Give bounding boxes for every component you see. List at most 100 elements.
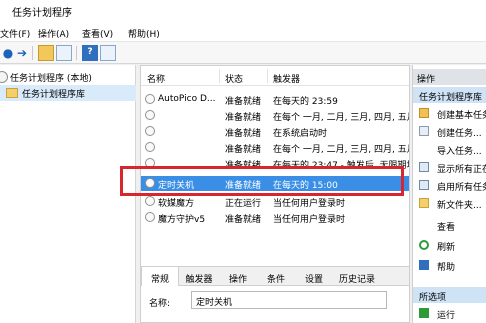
task-row[interactable]: AutoPico D... 准备就绪 在每天的 23:59	[141, 92, 409, 107]
window-title: 任务计划程序	[12, 8, 72, 19]
task-trigger: 当任何用户登录时	[273, 215, 346, 225]
help-icon	[419, 260, 429, 270]
column-status[interactable]: 状态	[225, 72, 243, 85]
column-header: 名称 状态 触发器	[141, 66, 409, 86]
task-row[interactable]: 准备就绪 在每个 一月, 二月, 三月, 四月, 五月	[141, 108, 409, 123]
menu-action[interactable]: 操作(A)	[38, 27, 69, 40]
column-divider[interactable]	[267, 69, 268, 83]
task-status: 正在运行	[225, 199, 262, 209]
task-clock-icon	[145, 212, 155, 222]
task-clock-icon	[145, 142, 155, 152]
refresh-icon	[419, 240, 429, 250]
action-label: 查看	[437, 223, 456, 233]
show-hide-tree-icon[interactable]	[56, 45, 72, 61]
folder-icon	[6, 88, 18, 98]
actions-pane: 操作 任务计划程序库 创建基本任务... 创建任务... 导入任务... 显示所…	[412, 65, 486, 323]
action-new-folder[interactable]: 新文件夹...	[413, 195, 486, 211]
create-task-icon	[419, 126, 429, 136]
column-divider[interactable]	[219, 69, 220, 83]
help-icon[interactable]: ?	[82, 45, 98, 61]
navigation-tree: 任务计划程序 (本地) 任务计划程序库	[0, 65, 136, 323]
column-trigger[interactable]: 触发器	[273, 72, 300, 85]
task-status: 准备就绪	[225, 129, 262, 139]
action-enable-history[interactable]: 启用所有任务历史记录	[413, 177, 486, 193]
new-folder-icon	[419, 198, 429, 208]
actions-section-selected[interactable]: 所选项	[413, 287, 486, 303]
tab-triggers[interactable]: 触发器	[179, 267, 219, 286]
task-trigger: 在每个 一月, 二月, 三月, 四月, 五月	[273, 113, 409, 123]
task-trigger: 在每个 一月, 二月, 三月, 四月, 五月	[273, 145, 409, 155]
task-status: 准备就绪	[225, 97, 262, 107]
forward-arrow-icon[interactable]: ➔	[14, 45, 30, 61]
menu-bar: 文件(F) 操作(A) 查看(V) 帮助(H)	[0, 24, 486, 42]
action-label: 创建任务...	[437, 129, 482, 139]
task-status: 准备就绪	[225, 215, 262, 225]
task-clock-icon	[145, 94, 155, 104]
run-icon	[419, 308, 429, 318]
toolbar-separator	[32, 46, 33, 60]
action-create-task[interactable]: 创建任务...	[413, 123, 486, 139]
action-refresh[interactable]: 刷新	[413, 237, 486, 253]
task-status: 准备就绪	[225, 113, 262, 123]
menu-view[interactable]: 查看(V)	[82, 27, 113, 40]
task-detail-panel: 名称: 定时关机	[141, 286, 409, 322]
task-trigger: 当任何用户登录时	[273, 199, 346, 209]
action-label: 创建基本任务...	[437, 111, 486, 121]
action-view[interactable]: 查看	[413, 217, 486, 233]
action-create-basic[interactable]: 创建基本任务...	[413, 105, 486, 121]
tree-root-label: 任务计划程序 (本地)	[10, 74, 92, 84]
menu-help[interactable]: 帮助(H)	[128, 27, 160, 40]
task-clock-icon	[145, 196, 155, 206]
task-trigger: 在每天的 23:59	[273, 97, 338, 107]
column-name[interactable]: 名称	[147, 72, 165, 85]
title-bar: 任务计划程序	[0, 0, 486, 24]
show-hide-action-pane-icon[interactable]	[100, 45, 116, 61]
action-label: 刷新	[437, 243, 456, 253]
task-row[interactable]: 准备就绪 在每个 一月, 二月, 三月, 四月, 五月	[141, 140, 409, 155]
name-label: 名称:	[149, 299, 171, 309]
action-label: 导入任务...	[437, 147, 482, 157]
task-row[interactable]: 魔方守护v5 准备就绪 当任何用户登录时	[141, 210, 409, 225]
tab-actions[interactable]: 操作	[219, 267, 257, 286]
up-folder-icon[interactable]	[38, 45, 54, 61]
actions-header: 操作	[413, 69, 486, 85]
properties-tab-bar: 常规 触发器 操作 条件 设置 历史记录	[141, 266, 409, 286]
annotation-highlight-box	[120, 166, 404, 196]
action-label: 运行	[437, 311, 456, 321]
import-icon	[419, 144, 429, 154]
task-status: 准备就绪	[225, 145, 262, 155]
toolbar: ● ➔ ?	[0, 42, 486, 64]
clock-icon	[0, 71, 8, 83]
task-name: 软媒魔方	[158, 199, 195, 209]
tree-library[interactable]: 任务计划程序库	[0, 85, 136, 101]
name-field[interactable]: 定时关机	[191, 291, 387, 309]
actions-section-library[interactable]: 任务计划程序库	[413, 87, 486, 103]
action-run[interactable]: 运行	[413, 305, 486, 321]
view-icon	[419, 220, 429, 230]
tab-history[interactable]: 历史记录	[333, 267, 381, 286]
task-trigger: 在系统启动时	[273, 129, 328, 139]
task-row[interactable]: 准备就绪 在系统启动时	[141, 124, 409, 139]
tab-settings[interactable]: 设置	[295, 267, 333, 286]
tree-root[interactable]: 任务计划程序 (本地)	[0, 69, 136, 85]
action-label: 新文件夹...	[437, 201, 482, 211]
task-name: AutoPico D...	[158, 94, 216, 104]
action-help[interactable]: 帮助	[413, 257, 486, 273]
task-clock-icon	[145, 126, 155, 136]
action-label: 显示所有正在运行的任务	[437, 165, 486, 175]
task-name: 魔方守护v5	[158, 215, 206, 225]
toolbar-separator	[76, 46, 77, 60]
action-label: 帮助	[437, 263, 456, 273]
action-import[interactable]: 导入任务...	[413, 141, 486, 157]
tab-conditions[interactable]: 条件	[257, 267, 295, 286]
task-clock-icon	[145, 110, 155, 120]
show-running-icon	[419, 162, 429, 172]
enable-history-icon	[419, 180, 429, 190]
tab-general[interactable]: 常规	[141, 267, 179, 286]
create-basic-icon	[419, 108, 429, 118]
tree-library-label: 任务计划程序库	[22, 90, 86, 100]
action-show-running[interactable]: 显示所有正在运行的任务	[413, 159, 486, 175]
task-row[interactable]: 软媒魔方 正在运行 当任何用户登录时	[141, 194, 409, 209]
action-label: 启用所有任务历史记录	[437, 183, 486, 193]
menu-file[interactable]: 文件(F)	[0, 27, 30, 40]
